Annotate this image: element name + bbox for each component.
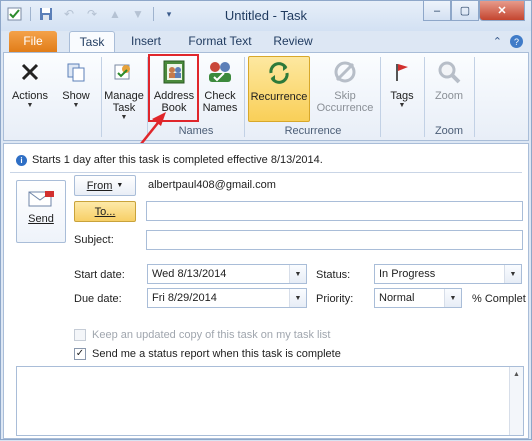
due-date-value: Fri 8/29/2014 xyxy=(152,292,217,304)
send-button[interactable]: Send xyxy=(16,180,66,243)
status-select[interactable]: In Progress ▼ xyxy=(374,264,522,284)
status-report-checkbox[interactable]: ✓ Send me a status report when this task… xyxy=(74,348,341,360)
info-icon: i xyxy=(16,154,27,166)
chevron-down-icon[interactable]: ▼ xyxy=(444,289,461,307)
scroll-up-icon[interactable]: ▲ xyxy=(510,367,523,381)
send-label: Send xyxy=(28,213,54,225)
due-date-picker[interactable]: Fri 8/29/2014 ▼ xyxy=(147,288,307,308)
from-value: albertpaul408@gmail.com xyxy=(148,179,276,191)
start-date-label: Start date: xyxy=(74,269,125,281)
status-value: In Progress xyxy=(379,268,436,280)
divider xyxy=(10,172,522,173)
subject-field[interactable] xyxy=(146,230,523,250)
priority-label: Priority: xyxy=(316,293,354,305)
priority-select[interactable]: Normal ▼ xyxy=(374,288,462,308)
to-field[interactable] xyxy=(146,201,523,221)
start-date-picker[interactable]: Wed 8/13/2014 ▼ xyxy=(147,264,307,284)
checkbox-box xyxy=(74,329,86,341)
to-button[interactable]: To... xyxy=(74,201,136,222)
priority-value: Normal xyxy=(379,292,415,304)
info-bar: i Starts 1 day after this task is comple… xyxy=(16,154,323,166)
to-label: To... xyxy=(94,205,116,218)
status-label: Status: xyxy=(316,269,351,281)
keep-copy-label: Keep an updated copy of this task on my … xyxy=(92,329,331,341)
start-date-value: Wed 8/13/2014 xyxy=(152,268,227,280)
chevron-down-icon[interactable]: ▼ xyxy=(289,289,306,307)
chevron-down-icon[interactable]: ▼ xyxy=(289,265,306,283)
vertical-scrollbar[interactable]: ▲ xyxy=(509,367,523,435)
percent-complete-label: % Complet xyxy=(472,293,526,305)
info-text: Starts 1 day after this task is complete… xyxy=(32,154,323,166)
task-form: i Starts 1 day after this task is comple… xyxy=(3,143,529,439)
envelope-icon xyxy=(27,190,55,210)
from-label: From xyxy=(86,179,113,192)
check-icon: ✓ xyxy=(74,348,86,360)
keep-copy-checkbox[interactable]: Keep an updated copy of this task on my … xyxy=(74,329,330,341)
task-window: ↶ ↷ ▲ ▼ ▾ Untitled - Task – ▢ ✕ File Tas… xyxy=(0,0,532,440)
task-body-editor[interactable]: ▲ xyxy=(16,366,524,436)
status-report-label: Send me a status report when this task i… xyxy=(92,348,341,360)
chevron-down-icon[interactable]: ▼ xyxy=(504,265,521,283)
from-button[interactable]: From ▼ xyxy=(74,175,136,196)
due-date-label: Due date: xyxy=(74,293,122,305)
chevron-down-icon: ▼ xyxy=(116,182,124,189)
subject-label: Subject: xyxy=(74,234,114,246)
